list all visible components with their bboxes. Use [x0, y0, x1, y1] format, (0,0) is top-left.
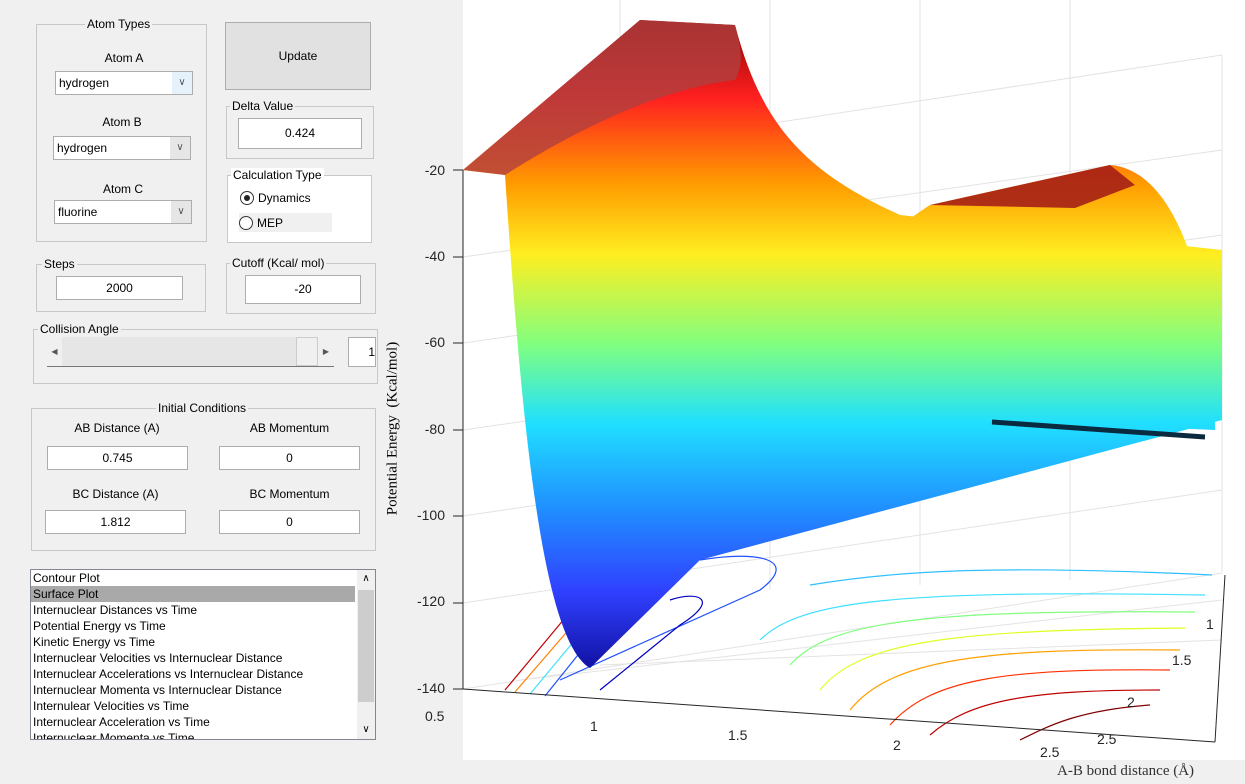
x-tick-label: 0.5 [425, 708, 445, 724]
z-tick-label: -20 [424, 162, 445, 178]
z-tick-label: -140 [416, 680, 445, 696]
y-tick-label: 1.5 [1172, 652, 1192, 668]
y-tick-label: 1 [1206, 616, 1214, 632]
z-tick-label: -120 [416, 593, 445, 609]
z-axis-label: Potential Energy (Kcal/mol) [384, 341, 401, 516]
x-tick-label: 2.5 [1040, 744, 1060, 760]
x-axis-label: A-B bond distance (Å) [1057, 763, 1195, 779]
x-tick-label: 1 [590, 718, 598, 734]
surface-plot [453, 0, 1245, 760]
y-tick-label: 2.5 [1097, 731, 1117, 747]
x-tick-label: 2 [893, 737, 901, 753]
y-tick-label: 2 [1127, 694, 1135, 710]
z-tick-label: -80 [424, 421, 445, 437]
z-tick-label: -40 [424, 248, 445, 264]
z-tick-label: -100 [416, 507, 445, 523]
z-tick-label: -60 [424, 334, 445, 350]
x-tick-label: 1.5 [728, 727, 748, 743]
